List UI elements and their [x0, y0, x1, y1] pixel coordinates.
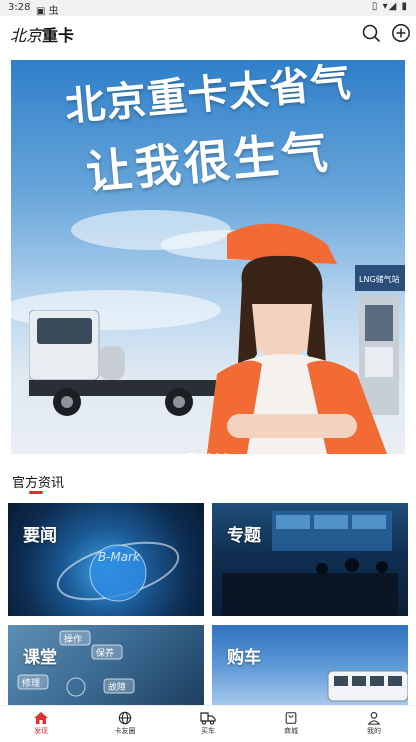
status-system-icons: ▯ ▾◢ ▮ [371, 1, 408, 12]
card-label: 购车 [227, 648, 261, 668]
card-label: 课堂 [23, 648, 57, 668]
logo-script-text: 北京 [10, 26, 43, 45]
card-label: 要闻 [23, 526, 57, 546]
buy-truck-card[interactable]: 购车 [212, 625, 408, 705]
classroom-card[interactable]: 操作 保养 修理 故障 课堂 [8, 625, 204, 705]
card-watermark: B-Mark [98, 550, 141, 564]
globe-icon [118, 711, 132, 725]
tab-label: 卡友圈 [114, 727, 136, 735]
section-title-underline [29, 491, 43, 494]
bus-illustration [327, 670, 408, 702]
brand-logo: 北京重卡 [10, 22, 74, 46]
news-card[interactable]: B-Mark 要闻 [8, 503, 204, 616]
tab-label: 买车 [201, 727, 215, 735]
card-tag: 保养 [96, 647, 114, 659]
status-time: 3:28 [8, 2, 31, 13]
carousel-indicator [186, 443, 231, 454]
tab-truckers-circle[interactable]: 卡友圈 [95, 706, 155, 742]
tab-label: 商城 [284, 727, 298, 735]
status-bar: 3:28 ▣ 虫 ▯ ▾◢ ▮ [0, 0, 416, 17]
card-tag: 操作 [64, 633, 82, 645]
user-icon [367, 712, 381, 725]
tab-buy-truck[interactable]: 买车 [178, 706, 238, 742]
add-circle-icon[interactable] [391, 23, 411, 43]
section-title: 官方资讯 [12, 476, 65, 491]
tab-label: 发现 [34, 727, 48, 735]
card-tag: 修理 [22, 677, 40, 689]
control-room-illustration [222, 511, 398, 616]
promo-banner[interactable]: 北京重卡太省气 让我很生气 LNG储气站 [11, 60, 405, 454]
topic-card[interactable]: 专题 [212, 503, 408, 616]
globe-illustration: B-Mark [56, 541, 180, 602]
home-icon [34, 712, 48, 724]
shopping-bag-icon [285, 712, 297, 724]
tab-mine[interactable]: 我的 [344, 706, 404, 742]
carousel-dot[interactable] [223, 453, 228, 454]
tab-mall[interactable]: 商城 [261, 706, 321, 742]
carousel-dot[interactable] [186, 453, 196, 454]
status-notification-icons: ▣ 虫 [36, 6, 59, 17]
tab-label: 我的 [367, 727, 381, 735]
carousel-dot[interactable] [207, 453, 212, 454]
carousel-dot[interactable] [215, 453, 220, 454]
model-image [207, 223, 387, 454]
card-label: 专题 [227, 526, 261, 546]
search-icon[interactable] [361, 23, 381, 43]
carousel-dot[interactable] [199, 453, 204, 454]
truck-icon [200, 712, 216, 725]
card-tag: 故障 [108, 681, 126, 693]
logo-text: 重卡 [42, 26, 75, 45]
tab-discover[interactable]: 发现 [11, 706, 71, 742]
app-header: 北京重卡 [0, 16, 416, 50]
bottom-tab-bar: 发现 卡友圈 买车 商城 我的 [0, 705, 416, 742]
